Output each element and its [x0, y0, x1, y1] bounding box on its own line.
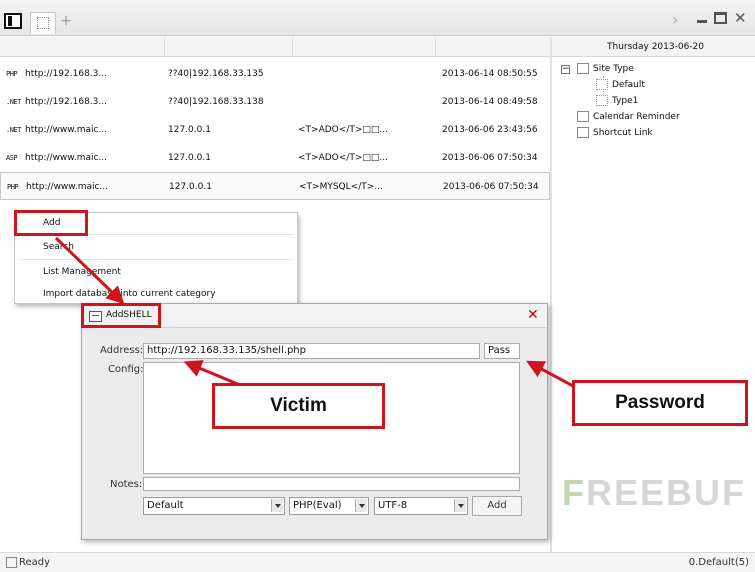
arrow-victim [183, 360, 241, 387]
freebuf-watermark: FREEBUF [562, 472, 747, 513]
status-bar: Ready 0.Default(5) [0, 552, 755, 572]
arrow-password [526, 360, 576, 389]
status-icon [6, 557, 17, 568]
arrow-add-to-dialog [54, 236, 125, 305]
category-count: 0.Default(5) [688, 557, 749, 568]
app-window: + › ✕ Thursday 2013-06-20 PHP http://192… [0, 0, 755, 572]
status-text: Ready [19, 557, 51, 568]
